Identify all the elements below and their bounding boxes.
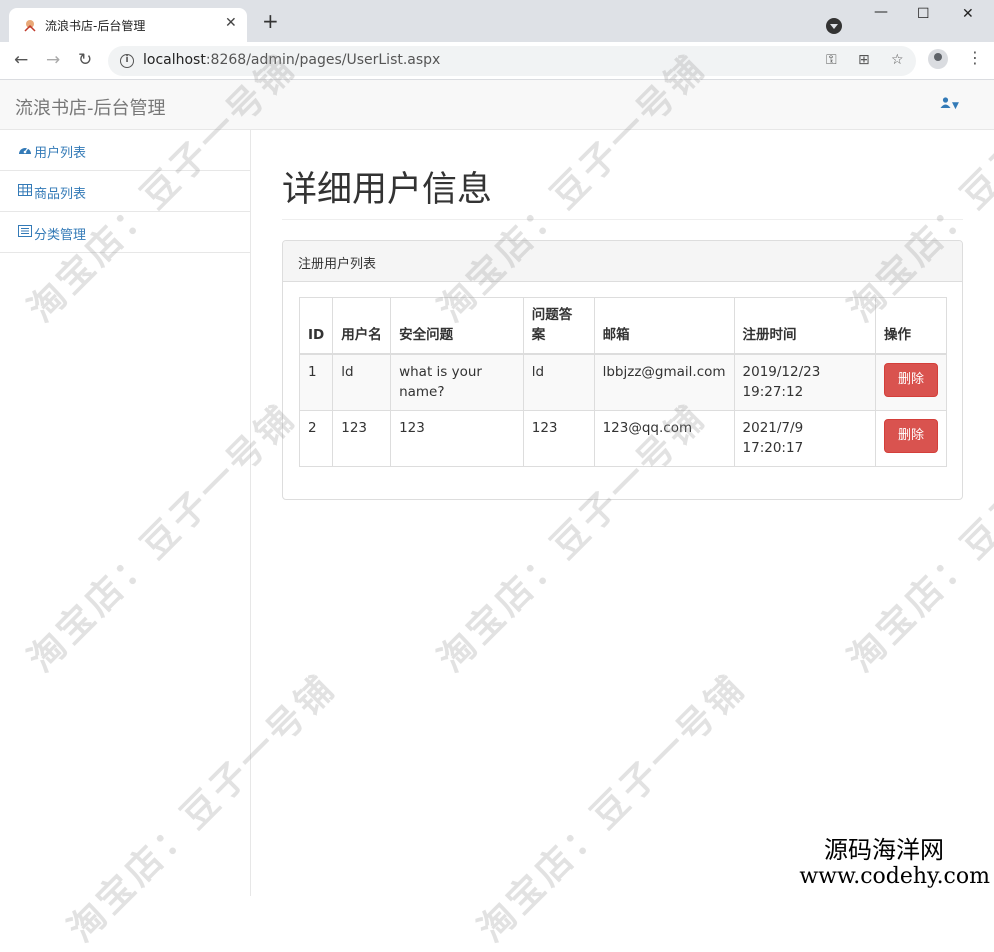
sidebar-item-products[interactable]: 商品列表 (0, 171, 251, 212)
delete-button[interactable]: 删除 (884, 363, 938, 397)
cell-answer: ld (523, 354, 594, 411)
table-row: 1 ld what is your name? ld lbbjzz@gmail.… (300, 354, 947, 411)
list-icon (18, 225, 32, 237)
favicon-icon (23, 18, 37, 32)
site-brandmark: 源码海洋网 www.codehy.com (799, 836, 990, 890)
translate-icon[interactable]: ⊞ (858, 52, 870, 68)
cell-action: 删除 (875, 354, 946, 411)
column-header: 用户名 (333, 298, 391, 355)
site-info-icon[interactable]: i (120, 54, 134, 68)
maximize-icon[interactable]: ☐ (917, 6, 930, 22)
browser-toolbar: ← → ↻ i localhost:8268/admin/pages/UserL… (0, 42, 994, 80)
url-text[interactable]: localhost:8268/admin/pages/UserList.aspx (143, 52, 440, 68)
delete-button[interactable]: 删除 (884, 419, 938, 453)
bookmark-star-icon[interactable]: ☆ (891, 52, 904, 68)
brandmark-en: www.codehy.com (799, 864, 990, 890)
cell-email: 123@qq.com (594, 411, 734, 467)
tab-search-icon[interactable] (826, 18, 842, 34)
column-header: 问题答案 (523, 298, 594, 355)
key-icon[interactable]: ⚿ (826, 52, 837, 68)
sidebar-item-label: 分类管理 (34, 224, 86, 243)
close-tab-icon[interactable]: ✕ (225, 15, 237, 31)
cell-email: lbbjzz@gmail.com (594, 354, 734, 411)
sidebar-item-label: 商品列表 (34, 183, 86, 202)
cell-question: what is your name? (391, 354, 524, 411)
column-header: 操作 (875, 298, 946, 355)
forward-icon[interactable]: → (46, 50, 60, 70)
cell-username: 123 (333, 411, 391, 467)
reload-icon[interactable]: ↻ (78, 50, 92, 70)
sidebar-item-users[interactable]: 用户列表 (0, 130, 251, 171)
panel-title: 注册用户列表 (298, 253, 376, 272)
cell-id: 1 (300, 354, 333, 411)
column-header: 安全问题 (391, 298, 524, 355)
new-tab-icon[interactable]: + (262, 13, 279, 29)
browser-tab-bar: 流浪书店-后台管理 ✕ + — ☐ ✕ (0, 0, 994, 42)
page-header: 详细用户信息 (282, 168, 963, 220)
table-header-row: ID 用户名 安全问题 问题答案 邮箱 注册时间 操作 (300, 298, 947, 355)
column-header: 邮箱 (594, 298, 734, 355)
cell-action: 删除 (875, 411, 946, 467)
app-navbar: 流浪书店-后台管理 ▼ (0, 80, 994, 130)
dashboard-icon (18, 143, 32, 155)
tab-title: 流浪书店-后台管理 (45, 17, 145, 34)
page-title: 详细用户信息 (282, 168, 492, 212)
table-row: 2 123 123 123 123@qq.com 2021/7/9 17:20:… (300, 411, 947, 467)
table-icon (18, 184, 32, 196)
profile-icon[interactable] (928, 49, 948, 69)
brand-title[interactable]: 流浪书店-后台管理 (15, 94, 166, 120)
cell-username: ld (333, 354, 391, 411)
sidebar-item-categories[interactable]: 分类管理 (0, 212, 251, 253)
minimize-icon[interactable]: — (874, 4, 888, 20)
sidebar-item-label: 用户列表 (34, 142, 86, 161)
cell-question: 123 (391, 411, 524, 467)
brandmark-cn: 源码海洋网 (799, 836, 990, 864)
user-dropdown[interactable]: ▼ (940, 97, 959, 112)
panel-heading: 注册用户列表 (283, 241, 962, 282)
sidebar: 用户列表 商品列表 分类管理 (0, 130, 251, 896)
cell-id: 2 (300, 411, 333, 467)
cell-time: 2021/7/9 17:20:17 (734, 411, 875, 467)
user-icon (940, 97, 951, 108)
cell-time: 2019/12/23 19:27:12 (734, 354, 875, 411)
caret-down-icon: ▼ (952, 101, 959, 111)
browser-menu-icon[interactable]: ⋮ (967, 51, 983, 65)
address-bar[interactable]: i localhost:8268/admin/pages/UserList.as… (108, 46, 916, 76)
users-table: ID 用户名 安全问题 问题答案 邮箱 注册时间 操作 1 ld what is… (299, 297, 947, 467)
window-close-icon[interactable]: ✕ (962, 6, 974, 22)
browser-tab[interactable]: 流浪书店-后台管理 ✕ (9, 8, 247, 42)
column-header: 注册时间 (734, 298, 875, 355)
cell-answer: 123 (523, 411, 594, 467)
watermark-text: 淘宝店：豆子一号铺 (464, 660, 755, 951)
users-panel: 注册用户列表 ID 用户名 安全问题 问题答案 邮箱 注册时间 操作 1 ld … (282, 240, 963, 500)
column-header: ID (300, 298, 333, 355)
back-icon[interactable]: ← (14, 50, 28, 70)
